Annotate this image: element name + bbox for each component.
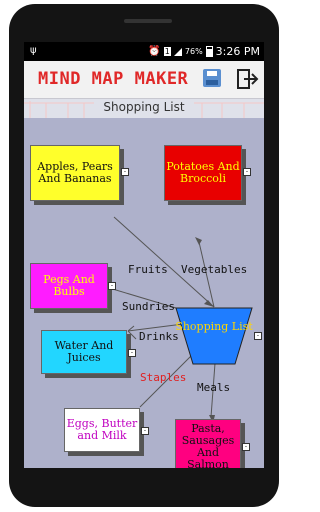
central-node-shopping-list[interactable]: Shopping List bbox=[175, 307, 253, 365]
battery-icon bbox=[205, 46, 213, 57]
sim-indicator: 1 bbox=[163, 47, 171, 56]
edge-label-drinks: Drinks bbox=[139, 330, 179, 343]
exit-icon[interactable] bbox=[237, 69, 259, 89]
central-node-handle[interactable]: - bbox=[254, 332, 262, 340]
subheader: Shopping List bbox=[24, 98, 264, 118]
alarm-icon: ⏰ bbox=[148, 46, 161, 57]
page-title: Shopping List bbox=[103, 100, 185, 114]
app-title: MIND MAP MAKER bbox=[38, 69, 189, 89]
node-potatoes-broccoli[interactable]: Potatoes And Broccoli bbox=[164, 145, 242, 201]
node-label: Pasta, Sausages And Salmon bbox=[181, 422, 235, 469]
node-label: Water And Juices bbox=[54, 339, 114, 364]
app-bar: MIND MAP MAKER Shopping List bbox=[24, 61, 264, 118]
node-handle[interactable]: - bbox=[242, 443, 250, 451]
edge-label-meals: Meals bbox=[197, 381, 231, 394]
node-handle[interactable]: - bbox=[108, 282, 116, 290]
node-handle[interactable]: - bbox=[128, 349, 136, 357]
edge-label-staples: Staples bbox=[140, 371, 187, 384]
node-eggs-butter-milk[interactable]: Eggs, Butter and Milk bbox=[64, 408, 140, 452]
earpiece bbox=[124, 19, 172, 23]
clock: 3:26 PM bbox=[215, 45, 260, 58]
node-handle[interactable]: - bbox=[121, 168, 129, 176]
node-label: Eggs, Butter and Milk bbox=[66, 417, 138, 442]
screen: ψ ⏰ 1 76% 3:26 PM MIND MAP MAKER Shoppin… bbox=[24, 42, 264, 468]
node-label: Apples, Pears And Bananas bbox=[37, 160, 113, 185]
node-apples-pears-bananas[interactable]: Apples, Pears And Bananas bbox=[30, 145, 120, 201]
status-icons: ⏰ 1 76% 3:26 PM bbox=[148, 45, 260, 58]
node-pegs-bulbs[interactable]: Pegs And Bulbs bbox=[30, 263, 108, 309]
mind-map-canvas[interactable]: Apples, Pears And Bananas - Potatoes And… bbox=[24, 117, 264, 468]
node-label: Pegs And Bulbs bbox=[43, 273, 95, 298]
central-node-label: Shopping List bbox=[175, 320, 253, 333]
battery-percent: 76% bbox=[184, 47, 203, 56]
signal-icon bbox=[173, 47, 182, 56]
node-handle[interactable]: - bbox=[141, 427, 149, 435]
edge-label-fruits: Fruits bbox=[128, 263, 168, 276]
node-water-juices[interactable]: Water And Juices bbox=[41, 330, 127, 374]
node-pasta-sausages-salmon[interactable]: Pasta, Sausages And Salmon bbox=[175, 419, 241, 468]
node-label: Potatoes And Broccoli bbox=[166, 160, 240, 185]
edge-label-sundries: Sundries bbox=[122, 300, 175, 313]
central-node-shape bbox=[175, 307, 253, 365]
usb-icon: ψ bbox=[30, 45, 37, 56]
save-icon[interactable] bbox=[203, 69, 221, 87]
status-bar: ψ ⏰ 1 76% 3:26 PM bbox=[24, 42, 264, 61]
edge-label-vegetables: Vegetables bbox=[181, 263, 248, 276]
node-handle[interactable]: - bbox=[243, 168, 251, 176]
